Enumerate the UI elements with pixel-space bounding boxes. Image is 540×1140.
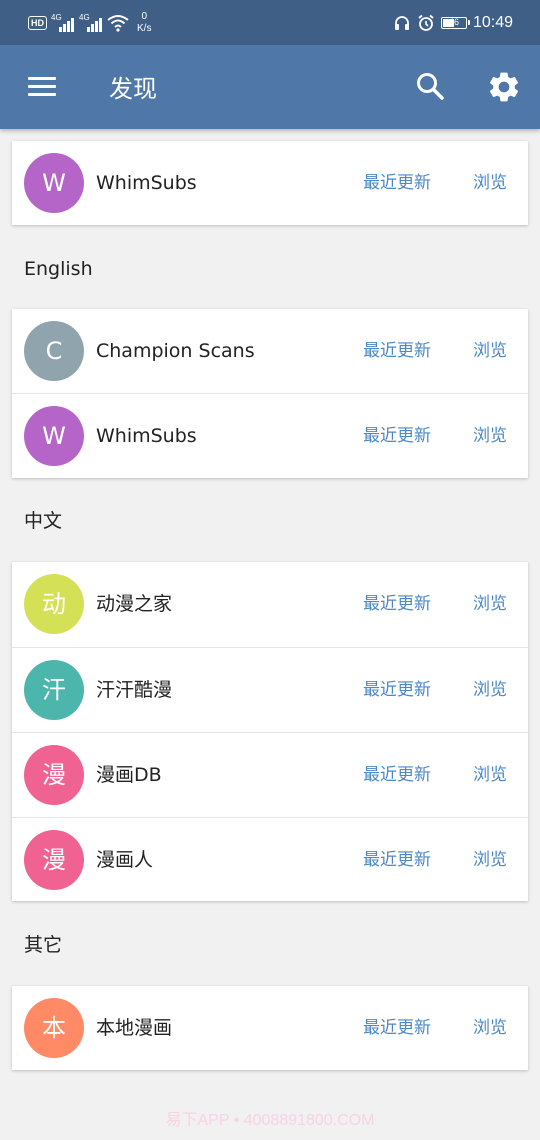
alarm-icon	[418, 14, 434, 31]
page-title: 发现	[109, 75, 157, 103]
headphones-icon	[394, 16, 409, 30]
browse-link[interactable]: 浏览	[473, 423, 507, 449]
browse-link[interactable]: 浏览	[473, 762, 507, 788]
menu-button[interactable]	[20, 69, 56, 105]
source-avatar: 漫	[24, 830, 84, 890]
source-row[interactable]: 本 本地漫画 最近更新 浏览	[12, 986, 528, 1070]
status-bar: HD 4G 4G 0 K/s 46 10:49	[0, 0, 540, 45]
latest-updates-link[interactable]: 最近更新	[363, 762, 431, 788]
source-row[interactable]: 漫 漫画DB 最近更新 浏览	[12, 732, 528, 817]
search-icon	[417, 73, 444, 100]
latest-updates-link[interactable]: 最近更新	[363, 170, 431, 196]
source-row[interactable]: W WhimSubs 最近更新 浏览	[12, 393, 528, 478]
settings-button[interactable]	[486, 69, 522, 105]
source-name: 动漫之家	[96, 593, 173, 615]
source-avatar: 漫	[24, 745, 84, 805]
gear-icon	[489, 72, 519, 102]
search-button[interactable]	[412, 69, 448, 105]
source-name: 漫画DB	[96, 764, 162, 786]
source-name: 漫画人	[96, 849, 154, 871]
source-avatar: W	[24, 153, 84, 213]
wifi-icon	[107, 15, 129, 32]
source-row[interactable]: 动 动漫之家 最近更新 浏览	[12, 562, 528, 646]
source-row[interactable]: C Champion Scans 最近更新 浏览	[12, 309, 528, 393]
source-avatar: 汗	[24, 660, 84, 720]
source-avatar: W	[24, 406, 84, 466]
source-row[interactable]: 汗 汗汗酷漫 最近更新 浏览	[12, 647, 528, 732]
section-header: 其它	[24, 934, 63, 956]
battery-icon: 46	[440, 17, 470, 29]
browse-link[interactable]: 浏览	[473, 1015, 507, 1041]
clock: 10:49	[472, 14, 513, 31]
latest-updates-link[interactable]: 最近更新	[363, 338, 431, 364]
browse-link[interactable]: 浏览	[473, 338, 507, 364]
app-bar: 发现	[0, 45, 540, 129]
signal-icon-2: 4G	[79, 14, 103, 32]
network-speed-unit: K/s	[137, 23, 152, 34]
latest-updates-link[interactable]: 最近更新	[363, 847, 431, 873]
hd-badge: HD	[28, 16, 47, 30]
source-avatar: C	[24, 321, 84, 381]
status-bar-right: 46 10:49	[393, 10, 513, 36]
source-card-group: C Champion Scans 最近更新 浏览 W WhimSubs 最近更新…	[12, 309, 528, 478]
source-row[interactable]: W WhimSubs 最近更新 浏览	[12, 141, 528, 225]
source-name: Champion Scans	[96, 340, 255, 362]
network-speed-value: 0	[141, 11, 147, 22]
source-avatar: 本	[24, 998, 84, 1058]
browse-link[interactable]: 浏览	[473, 591, 507, 617]
source-card-group: 本 本地漫画 最近更新 浏览	[12, 986, 528, 1070]
latest-updates-link[interactable]: 最近更新	[363, 423, 431, 449]
network-speed: 0 K/s	[137, 11, 151, 35]
source-name: WhimSubs	[96, 172, 197, 194]
source-name: 汗汗酷漫	[96, 679, 173, 701]
latest-updates-link[interactable]: 最近更新	[363, 1015, 431, 1041]
battery-level: 46	[448, 17, 459, 27]
source-name: 本地漫画	[96, 1017, 173, 1039]
status-bar-left: HD 4G 4G 0 K/s	[28, 10, 151, 36]
browse-link[interactable]: 浏览	[473, 170, 507, 196]
source-name: WhimSubs	[96, 425, 197, 447]
latest-updates-link[interactable]: 最近更新	[363, 591, 431, 617]
watermark: 易下APP • 4008891800.COM	[165, 1112, 375, 1129]
source-card-group: W WhimSubs 最近更新 浏览	[12, 141, 528, 225]
latest-updates-link[interactable]: 最近更新	[363, 677, 431, 703]
source-card-group: 动 动漫之家 最近更新 浏览 汗 汗汗酷漫 最近更新 浏览 漫 漫画DB 最近更…	[12, 562, 528, 901]
section-header: English	[24, 258, 93, 280]
section-header: 中文	[24, 510, 63, 532]
browse-link[interactable]: 浏览	[473, 677, 507, 703]
source-avatar: 动	[24, 574, 84, 634]
source-row[interactable]: 漫 漫画人 最近更新 浏览	[12, 817, 528, 902]
signal-icon: 4G	[51, 14, 75, 32]
browse-link[interactable]: 浏览	[473, 847, 507, 873]
